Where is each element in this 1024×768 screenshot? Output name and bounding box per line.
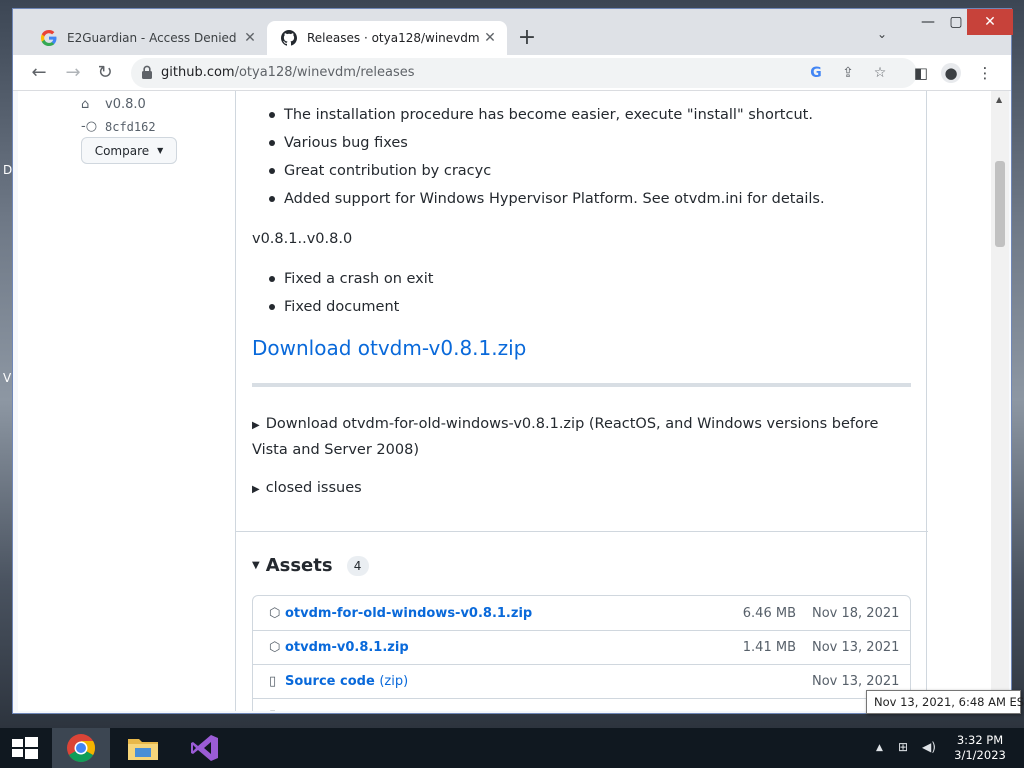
taskbar-clock[interactable]: 3:32 PM 3/1/2023 [952,733,1008,763]
compare-label: Compare [94,143,150,158]
google-translate-icon[interactable]: G [807,64,825,82]
divider [236,531,928,532]
tab-strip: E2Guardian - Access Denied ✕ Releases · … [13,9,1013,55]
asset-size: 1.41 MB [742,640,796,655]
list-item: Fixed a crash on exit [252,265,433,293]
tab-github-releases[interactable]: Releases · otya128/winevdm ✕ [267,21,507,55]
tab-search-chevron-icon[interactable]: ⌄ [877,27,887,41]
file-zip-icon: ▯ [269,708,285,711]
release-tag[interactable]: ⌂ v0.8.0 [81,97,146,112]
desktop-edge-text: D [3,163,13,177]
chrome-taskbar-button[interactable] [52,728,110,768]
clock-time: 3:32 PM [956,733,1004,747]
commit-hash: 8cfd162 [105,119,156,134]
assets-table: ⬡ otvdm-for-old-windows-v0.8.1.zip 6.46 … [252,595,911,711]
file-zip-icon: ▯ [269,674,277,689]
github-icon [281,30,297,46]
desktop-edge-text: V [3,371,12,385]
disclosure-triangle-icon: ▶ [252,420,260,431]
vertical-scrollbar[interactable]: ▲ [991,91,1009,711]
file-explorer-taskbar-button[interactable] [114,728,172,768]
address-bar[interactable]: github.com/otya128/winevdm/releases G ⇪ … [131,58,917,88]
browser-toolbar: ← → ↻ github.com/otya128/winevdm/release… [13,55,1011,91]
git-commit-icon: -○ [81,119,98,134]
scrollbar-thumb[interactable] [995,161,1005,247]
new-tab-plus-icon[interactable]: + [515,25,539,50]
table-row: ▯ Source code (zip) Nov 13, 2021 [253,664,910,698]
tab-title: Releases · otya128/winevdm [307,31,480,45]
details-summary: closed issues [265,480,362,496]
asset-link[interactable]: Source code (zip) [285,674,706,689]
list-item: Great contribution by cracyc [252,157,825,185]
table-row: ▯ [253,698,910,711]
tag-label: v0.8.0 [105,97,146,112]
bookmark-star-icon[interactable]: ☆ [871,64,889,82]
chrome-icon [67,734,95,762]
kebab-menu-icon[interactable]: ⋮ [975,63,995,83]
tag-icon: ⌂ [81,97,90,112]
list-item: Added support for Windows Hypervisor Pla… [252,185,825,213]
tab-close-icon[interactable]: ✕ [241,30,259,46]
disclosure-open-icon: ▼ [252,560,260,571]
visual-studio-taskbar-button[interactable] [176,728,234,768]
details-old-windows[interactable]: ▶ Download otvdm-for-old-windows-v0.8.1.z… [252,412,912,462]
tray-overflow-icon[interactable]: ▲ [876,743,883,753]
date-tooltip: Nov 13, 2021, 6:48 AM EST [866,690,1024,714]
url-host: github.com [161,65,235,80]
fix-list: Fixed a crash on exit Fixed document [252,265,433,321]
disclosure-triangle-icon: ▶ [252,484,260,495]
tab-e2guardian[interactable]: E2Guardian - Access Denied ✕ [27,21,267,55]
package-icon: ⬡ [269,640,281,655]
url-text: github.com/otya128/winevdm/releases [161,65,415,80]
scroll-up-icon[interactable]: ▲ [996,95,1002,104]
table-row: ⬡ otvdm-v0.8.1.zip 1.41 MB Nov 13, 2021 [253,630,910,664]
url-path: /otya128/winevdm/releases [234,65,415,80]
back-arrow-icon[interactable]: ← [27,61,51,85]
asset-link[interactable]: otvdm-for-old-windows-v0.8.1.zip [285,606,706,621]
tab-title: E2Guardian - Access Denied [67,31,237,45]
folder-icon [128,739,158,760]
compare-button[interactable]: Compare ▼ [81,137,177,164]
list-item: Fixed document [252,293,433,321]
caret-down-icon: ▼ [157,146,164,155]
taskbar: ▲ ⊞ ◀) 3:32 PM 3/1/2023 [0,728,1024,768]
window-close-icon[interactable]: ✕ [967,9,1013,35]
side-panel-icon[interactable]: ◧ [911,63,931,83]
asset-size: 6.46 MB [742,605,796,621]
details-summary: Download otvdm-for-old-windows-v0.8.1.zi… [252,416,879,458]
table-row: ⬡ otvdm-for-old-windows-v0.8.1.zip 6.46 … [253,596,910,630]
lock-icon [142,65,152,79]
asset-link[interactable]: otvdm-v0.8.1.zip [285,640,706,655]
asset-date: Nov 18, 2021 [812,605,900,621]
visual-studio-icon [191,735,218,761]
range-text: v0.8.1..v0.8.0 [252,231,353,247]
assets-toggle[interactable]: ▼ Assets 4 [252,555,369,576]
network-icon[interactable]: ⊞ [898,740,908,754]
tab-close-icon[interactable]: ✕ [481,30,499,46]
google-g-icon [41,30,57,46]
assets-title: Assets [265,555,333,576]
browser-window: E2Guardian - Access Denied ✕ Releases · … [12,8,1013,714]
list-item: The installation procedure has become ea… [252,101,825,129]
forward-arrow-icon[interactable]: → [61,61,85,85]
clock-date: 3/1/2023 [954,748,1006,762]
release-notes-list: The installation procedure has become ea… [252,101,825,213]
release-body: The installation procedure has become ea… [235,91,928,711]
list-item: Various bug fixes [252,129,825,157]
asset-date: Nov 13, 2021 [812,640,900,655]
page-content: ⌂ v0.8.0 -○ 8cfd162 Compare ▼ The instal… [18,91,991,711]
download-link[interactable]: Download otvdm-v0.8.1.zip [252,336,526,360]
share-icon[interactable]: ⇪ [839,64,857,82]
reload-icon[interactable]: ↻ [93,61,117,85]
divider [252,383,911,387]
asset-date: Nov 13, 2021 [812,674,900,689]
package-icon: ⬡ [269,605,281,621]
release-commit[interactable]: -○ 8cfd162 [81,119,156,134]
volume-icon[interactable]: ◀) [922,740,936,754]
details-closed-issues[interactable]: ▶ closed issues [252,476,912,502]
assets-count-badge: 4 [346,555,369,576]
windows-start-icon[interactable] [12,737,38,759]
profile-avatar-icon[interactable]: ● [941,63,961,83]
